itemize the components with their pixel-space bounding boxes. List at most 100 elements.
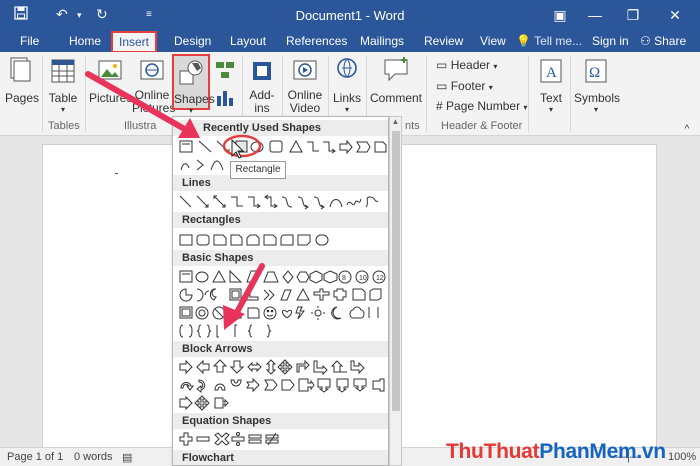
rectangle-shapes-icons[interactable] [177,231,337,249]
svg-text:Ω: Ω [589,65,600,81]
symbols-dropdown-icon: ▾ [593,105,598,114]
shapes-label: Shapes [174,92,215,106]
recent-shapes-row-1-icons[interactable] [177,138,387,156]
basic-shapes-row-1-icons[interactable]: 8 10 12 [177,268,387,286]
online-pictures-button[interactable]: Online Pictures [132,56,176,115]
addins-button[interactable]: Add- ins [247,56,277,115]
tell-me-label: Tell me... [534,34,583,48]
tab-layout[interactable]: Layout [224,30,272,52]
footer-button[interactable]: ▭ Footer ▾ [436,79,493,93]
addins-icon [247,56,277,87]
header-icon: ▭ [436,58,448,72]
line-shapes-icons[interactable] [177,193,387,211]
text-button[interactable]: A Text ▾ [534,56,568,114]
symbols-button[interactable]: Ω Symbols ▾ [574,56,620,114]
group-separator [570,56,571,132]
online-pictures-label-2: Pictures [132,101,176,115]
header-dropdown-icon: ▾ [493,62,498,71]
chart-icon [212,86,238,111]
smartart-icon [212,60,238,85]
word-count[interactable]: 0 words [74,451,113,463]
comment-icon [370,56,422,89]
basic-shapes-row-2 [177,286,387,304]
pages-button[interactable]: Pages [5,56,39,105]
online-video-button[interactable]: Online Video [286,56,324,115]
shapes-scrollbar[interactable]: ▲ [389,116,402,466]
table-dropdown-icon: ▾ [60,105,65,114]
block-arrows-row-1-icons[interactable] [177,358,387,376]
svg-text:8: 8 [342,275,346,282]
site-watermark: ThuThuatPhanMem.vn [446,440,666,464]
close-icon[interactable]: ✕ [660,4,690,26]
section-basic-shapes: Basic Shapes [173,250,388,266]
section-flowchart: Flowchart [173,450,388,465]
share-button[interactable]: ⚇ Share [634,30,692,52]
section-block-arrows: Block Arrows [173,341,388,357]
recent-shapes-row-1 [177,138,387,156]
restore-icon[interactable]: ❐ [618,4,648,26]
pictures-button[interactable]: Pictures [89,56,133,105]
sign-in-link[interactable]: Sign in [586,30,635,52]
text-cursor [115,173,118,174]
rectangle-tooltip: Rectangle [230,161,286,179]
text-dropdown-icon: ▾ [548,105,553,114]
group-label-header-footer: Header & Footer [441,120,523,132]
lightbulb-icon: 💡 [516,34,531,48]
text-label: Text [539,91,562,105]
smartart-button[interactable] [212,60,238,87]
block-arrows-row-3 [177,394,297,412]
tab-design[interactable]: Design [168,30,217,52]
equation-shapes-icons[interactable] [177,430,297,448]
footer-dropdown-icon: ▾ [488,83,493,92]
zoom-level[interactable]: 100% [668,451,696,463]
scroll-up-icon[interactable]: ▲ [390,117,401,129]
addins-label-2: ins [254,101,270,115]
group-separator [528,56,529,132]
tab-mailings[interactable]: Mailings [354,30,410,52]
tab-home[interactable]: Home [63,30,107,52]
minimize-icon[interactable]: — [580,4,610,26]
page-number-button[interactable]: # Page Number ▾ [436,99,527,113]
comment-button[interactable]: Comment [370,56,422,105]
tell-me-box[interactable]: 💡 Tell me... [510,30,588,52]
shapes-dropdown-icon: ▾ [188,106,193,115]
table-button[interactable]: Table ▾ [48,56,78,114]
tab-file[interactable]: File [14,30,45,52]
tab-review[interactable]: Review [418,30,469,52]
share-label: Share [654,34,687,48]
scrollbar-thumb[interactable] [392,131,400,411]
tab-references[interactable]: References [280,30,353,52]
chart-button[interactable] [212,86,238,113]
pictures-label: Pictures [89,91,133,105]
pictures-icon [89,56,131,89]
omega-icon: Ω [574,56,618,89]
links-icon [332,56,362,89]
table-icon [48,56,78,89]
block-arrows-row-2-icons[interactable] [177,376,387,394]
shapes-icon [174,59,208,90]
links-button[interactable]: Links ▾ [332,56,362,114]
tab-view[interactable]: View [474,30,512,52]
page-number-icon: # [436,99,443,113]
header-button[interactable]: ▭ Header ▾ [436,58,497,72]
basic-shapes-row-3 [177,304,387,322]
shapes-button[interactable]: Shapes ▾ [172,54,215,115]
ribbon-display-icon[interactable]: ▣ [545,4,575,26]
group-separator [426,56,427,132]
watermark-part-1: ThuThuat [446,440,540,463]
tab-insert[interactable]: Insert [111,31,158,53]
section-rectangles: Rectangles [173,212,388,228]
line-shapes-row [177,193,387,211]
basic-shapes-row-2-icons[interactable] [177,286,387,304]
svg-text:A: A [546,65,557,81]
links-dropdown-icon: ▾ [344,105,349,114]
page-count[interactable]: Page 1 of 1 [7,451,63,463]
section-recent: Recently Used Shapes [173,120,388,136]
watermark-part-3: .vn [636,440,666,463]
group-label-comments: nts [405,120,420,132]
proofing-icon[interactable]: ▤ [122,451,132,464]
basic-shapes-row-3-icons[interactable] [177,304,387,322]
collapse-ribbon-icon[interactable]: ^ [680,124,694,135]
block-arrows-row-3-icons[interactable] [177,394,297,412]
basic-shapes-row-4-icons[interactable] [177,322,297,340]
